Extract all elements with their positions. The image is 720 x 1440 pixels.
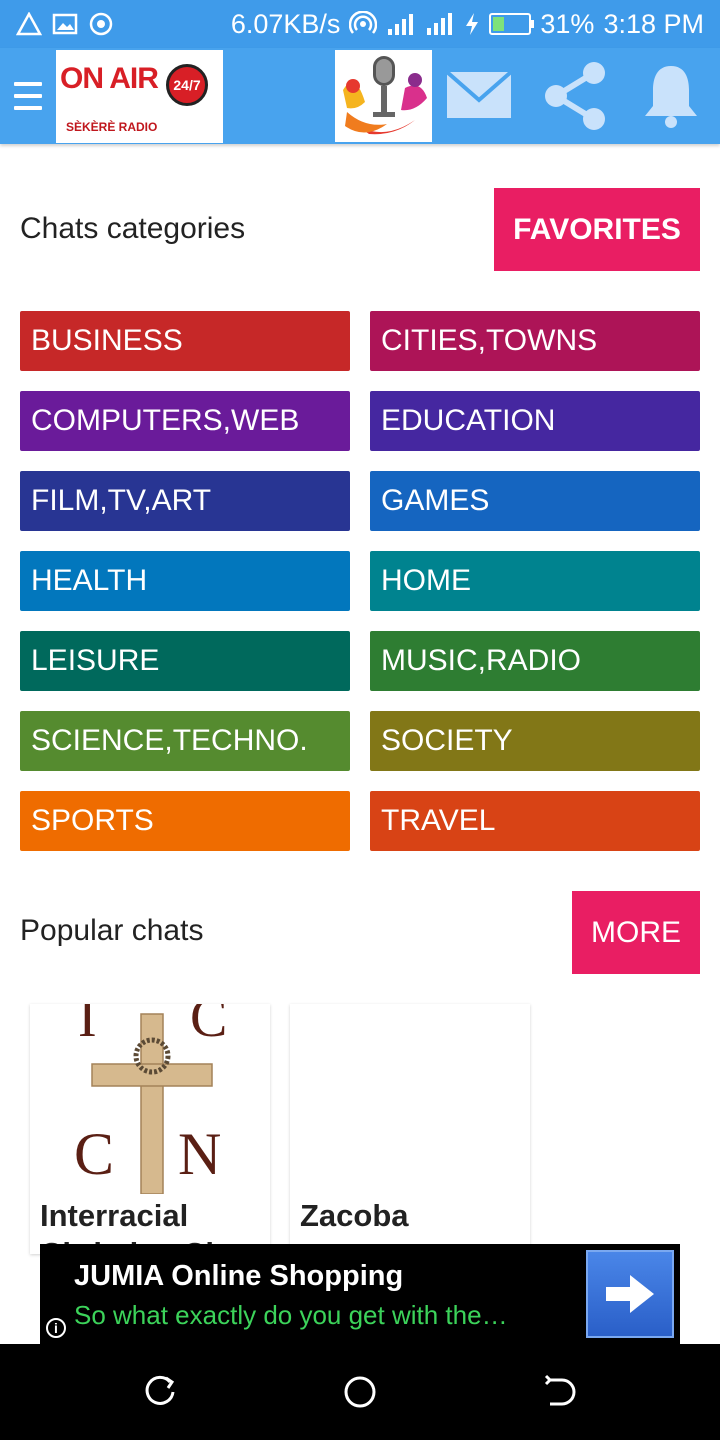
image-icon <box>52 12 78 36</box>
chat-card-title: Interracial <box>40 1198 189 1233</box>
charging-icon <box>464 12 480 36</box>
category-button-sports[interactable]: SPORTS <box>20 791 350 851</box>
ad-banner[interactable]: JUMIA Online Shopping So what exactly do… <box>40 1244 680 1344</box>
category-button-leisure[interactable]: LEISURE <box>20 631 350 691</box>
category-button-computers-web[interactable]: COMPUTERS,WEB <box>20 391 350 451</box>
category-button-travel[interactable]: TRAVEL <box>370 791 700 851</box>
recents-icon[interactable] <box>140 1372 180 1412</box>
category-button-home[interactable]: HOME <box>370 551 700 611</box>
cross-image: I C C N <box>30 1004 270 1195</box>
category-button-business[interactable]: BUSINESS <box>20 311 350 371</box>
category-button-education[interactable]: EDUCATION <box>370 391 700 451</box>
info-icon[interactable]: i <box>46 1318 66 1338</box>
categories-title: Chats categories <box>20 212 246 245</box>
target-icon <box>88 11 114 37</box>
battery-percent: 31% <box>540 8 595 39</box>
signal-icon <box>386 12 416 36</box>
mail-icon[interactable] <box>443 60 515 132</box>
navigation-bar <box>0 1344 720 1440</box>
category-button-cities-towns[interactable]: CITIES,TOWNS <box>370 311 700 371</box>
signal-h-icon <box>425 11 455 37</box>
warning-icon <box>16 12 42 36</box>
category-button-science-techno[interactable]: SCIENCE,TECHNO. <box>20 711 350 771</box>
svg-text:C: C <box>74 1121 114 1187</box>
back-icon[interactable] <box>540 1372 580 1412</box>
logo-badge: 24/7 <box>166 64 208 106</box>
category-button-society[interactable]: SOCIETY <box>370 711 700 771</box>
logo-subtitle: SÈKÈRÈ RADIO <box>66 120 158 134</box>
svg-text:C: C <box>190 1004 227 1049</box>
menu-icon[interactable] <box>8 72 48 120</box>
svg-text:N: N <box>178 1121 221 1187</box>
on-air-logo[interactable]: ON AIR 24/7 SÈKÈRÈ RADIO <box>56 50 223 143</box>
category-button-games[interactable]: GAMES <box>370 471 700 531</box>
bell-icon[interactable] <box>635 60 707 132</box>
status-bar: 6.07KB/s 31% 3:18 PM <box>0 0 720 48</box>
ad-title: JUMIA Online Shopping <box>74 1260 404 1292</box>
home-icon[interactable] <box>340 1372 380 1412</box>
chat-card-zacoba[interactable]: Zacoba <box>290 1004 530 1254</box>
hotspot-icon <box>349 11 378 37</box>
arrow-right-icon[interactable] <box>586 1250 674 1338</box>
clock: 3:18 PM <box>603 8 704 39</box>
net-speed: 6.07KB/s <box>230 8 341 39</box>
category-button-film-tv-art[interactable]: FILM,TV,ART <box>20 471 350 531</box>
popular-title: Popular chats <box>20 914 204 947</box>
ad-text: So what exactly do you get with the… <box>74 1300 508 1330</box>
more-button[interactable]: MORE <box>572 891 700 974</box>
battery-icon <box>489 13 535 35</box>
chat-card-interracial[interactable]: I C C N Interracial Christian Ch <box>30 1004 270 1254</box>
chat-card-title: Zacoba <box>300 1198 409 1233</box>
categories-grid: BUSINESS CITIES,TOWNS COMPUTERS,WEB EDUCATI… <box>20 311 700 851</box>
share-icon[interactable] <box>540 60 612 132</box>
svg-text:I: I <box>78 1004 97 1049</box>
category-button-music-radio[interactable]: MUSIC,RADIO <box>370 631 700 691</box>
logo-text: ON AIR <box>60 62 159 95</box>
category-button-health[interactable]: HEALTH <box>20 551 350 611</box>
favorites-button[interactable]: FAVORITES <box>494 188 700 271</box>
app-bar: ON AIR 24/7 SÈKÈRÈ RADIO <box>0 48 720 144</box>
microphone-logo-icon[interactable] <box>335 50 432 142</box>
